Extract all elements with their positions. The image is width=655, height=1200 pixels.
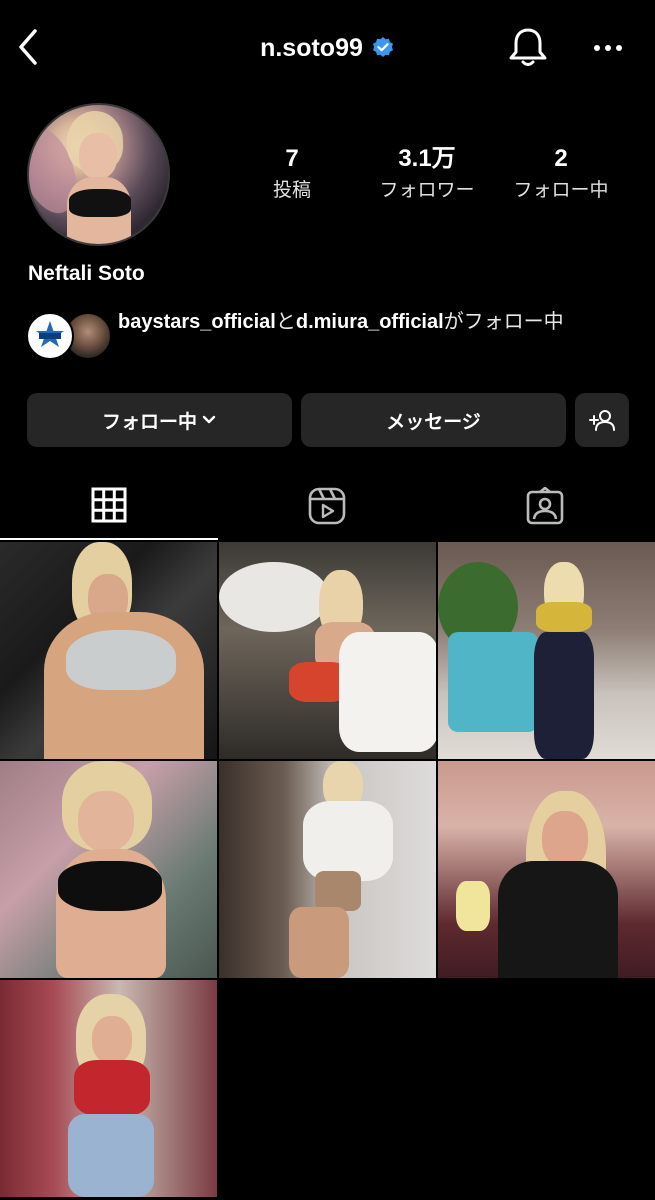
following-button[interactable]: フォロー中 xyxy=(27,393,292,447)
post-thumbnail-6[interactable] xyxy=(438,761,655,978)
following-button-label: フォロー中 xyxy=(101,410,197,433)
stat-posts[interactable]: 7 投稿 xyxy=(227,145,357,205)
profile-tabs xyxy=(0,472,655,542)
stat-posts-label: 投稿 xyxy=(272,179,311,201)
post-thumbnail-4[interactable] xyxy=(0,761,217,978)
verified-badge-icon xyxy=(372,37,393,57)
tab-tagged[interactable] xyxy=(436,472,654,540)
bell-icon xyxy=(509,28,547,66)
followed-by-user2[interactable]: d.miura_official xyxy=(296,311,444,333)
baystars-logo-icon xyxy=(32,318,68,354)
post-thumbnail-5[interactable] xyxy=(219,761,436,978)
avatar-outfit xyxy=(69,189,131,217)
message-button-label: メッセージ xyxy=(386,410,481,433)
add-person-icon xyxy=(589,410,615,431)
followed-by-section[interactable]: baystars_officialとd.miura_officialがフォロー中 xyxy=(26,306,636,366)
stat-followers-label: フォロワー xyxy=(379,179,475,201)
followed-by-text: baystars_officialとd.miura_officialがフォロー中 xyxy=(118,306,638,337)
tab-posts-grid[interactable] xyxy=(0,472,218,540)
add-person-button[interactable] xyxy=(575,393,629,447)
post-thumbnail-7[interactable] xyxy=(0,980,217,1197)
more-horizontal-icon xyxy=(594,45,622,51)
display-name: Neftali Soto xyxy=(28,262,145,285)
post-thumbnail-3[interactable] xyxy=(438,542,655,759)
tab-reels[interactable] xyxy=(218,472,436,540)
message-button[interactable]: メッセージ xyxy=(301,393,566,447)
followed-by-user1[interactable]: baystars_official xyxy=(118,311,276,333)
top-bar: n.soto99 xyxy=(0,0,655,96)
followed-by-suffix: がフォロー中 xyxy=(443,309,564,333)
avatar-face xyxy=(79,133,117,179)
chevron-down-icon xyxy=(202,415,216,424)
reels-icon xyxy=(308,487,346,525)
stat-followers[interactable]: 3.1万 フォロワー xyxy=(362,145,492,205)
stat-following[interactable]: 2 フォロー中 xyxy=(496,145,626,205)
notifications-button[interactable] xyxy=(506,24,550,70)
profile-avatar[interactable] xyxy=(27,103,170,246)
post-thumbnail-1[interactable] xyxy=(0,542,217,759)
more-options-button[interactable] xyxy=(588,28,628,68)
stat-following-label: フォロー中 xyxy=(513,179,609,201)
title-group: n.soto99 xyxy=(0,30,655,66)
stat-following-value: 2 xyxy=(554,145,568,172)
stat-posts-value: 7 xyxy=(285,145,299,172)
tagged-icon xyxy=(526,487,564,525)
baystars-avatar xyxy=(26,312,74,360)
profile-username: n.soto99 xyxy=(260,33,363,62)
grid-icon xyxy=(91,487,127,523)
followed-by-joiner: と xyxy=(275,309,296,333)
post-thumbnail-2[interactable] xyxy=(219,542,436,759)
stat-followers-value: 3.1万 xyxy=(398,145,456,172)
